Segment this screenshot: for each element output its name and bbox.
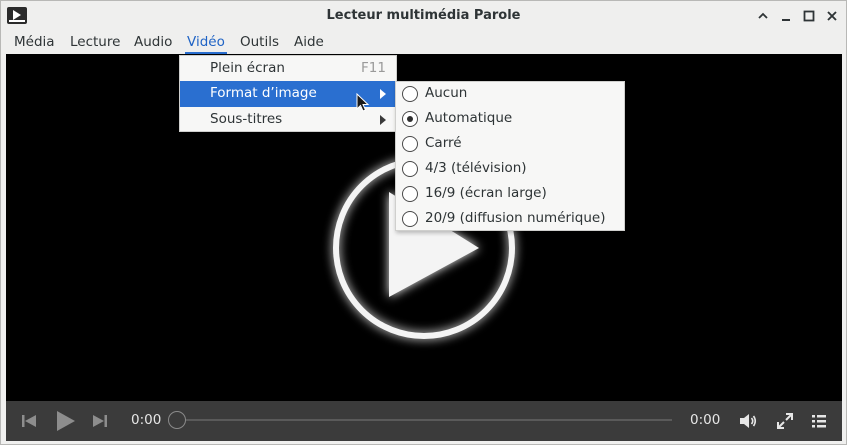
keep-above-icon[interactable] xyxy=(754,7,772,25)
shortcut-label: F11 xyxy=(361,60,386,76)
mouse-cursor-icon xyxy=(356,93,370,112)
radio-label: 20/9 (diffusion numérique) xyxy=(425,210,606,226)
play-icon[interactable] xyxy=(54,410,76,432)
window-title: Lecteur multimédia Parole xyxy=(326,8,521,23)
radio-item-4-3[interactable]: 4/3 (télévision) xyxy=(396,157,624,182)
parole-window: Lecteur multimédia Parole Média Lecture … xyxy=(0,0,847,445)
aspect-ratio-submenu: Aucun Automatique Carré 4/3 (télévision)… xyxy=(395,81,625,231)
radio-item-auto[interactable]: Automatique xyxy=(396,107,624,132)
menu-media[interactable]: Média xyxy=(14,34,55,54)
current-time: 0:00 xyxy=(131,412,162,428)
radio-item-16-9[interactable]: 16/9 (écran large) xyxy=(396,182,624,207)
radio-label: Aucun xyxy=(425,85,468,101)
menu-lecture[interactable]: Lecture xyxy=(70,34,120,54)
playlist-icon[interactable] xyxy=(811,413,827,429)
radio-button[interactable] xyxy=(402,186,418,202)
close-icon[interactable] xyxy=(823,7,841,25)
maximize-icon[interactable] xyxy=(800,7,818,25)
radio-label: 16/9 (écran large) xyxy=(425,185,547,201)
radio-button[interactable] xyxy=(402,161,418,177)
next-icon[interactable] xyxy=(92,413,108,429)
menu-video[interactable]: Vidéo xyxy=(185,34,227,54)
menu-item-fullscreen[interactable]: Plein écran F11 xyxy=(180,56,396,82)
seek-handle[interactable] xyxy=(168,411,186,429)
radio-label: 4/3 (télévision) xyxy=(425,160,527,176)
menu-aide[interactable]: Aide xyxy=(294,34,324,54)
radio-item-20-9[interactable]: 20/9 (diffusion numérique) xyxy=(396,207,624,232)
menu-outils[interactable]: Outils xyxy=(240,34,279,54)
radio-item-square[interactable]: Carré xyxy=(396,132,624,157)
menu-item-label: Plein écran xyxy=(210,60,285,76)
menu-audio[interactable]: Audio xyxy=(134,34,172,54)
radio-button-selected[interactable] xyxy=(402,111,418,127)
radio-label: Carré xyxy=(425,135,462,151)
radio-button[interactable] xyxy=(402,211,418,227)
menu-item-label: Sous-titres xyxy=(210,111,283,127)
seek-bar[interactable] xyxy=(176,419,672,421)
playback-controls: 0:00 0:00 xyxy=(6,401,842,441)
menu-item-label: Format d’image xyxy=(210,85,317,101)
fullscreen-icon[interactable] xyxy=(776,412,794,430)
radio-label: Automatique xyxy=(425,110,513,126)
submenu-arrow-icon xyxy=(380,115,386,125)
minimize-icon[interactable] xyxy=(777,7,795,25)
previous-icon[interactable] xyxy=(21,413,37,429)
title-bar[interactable]: Lecteur multimédia Parole xyxy=(1,1,846,31)
radio-button[interactable] xyxy=(402,136,418,152)
total-time: 0:00 xyxy=(690,412,721,428)
volume-icon[interactable] xyxy=(739,412,757,430)
radio-button[interactable] xyxy=(402,86,418,102)
menu-bar: Média Lecture Audio Vidéo Outils Aide xyxy=(1,31,846,54)
submenu-arrow-icon xyxy=(380,89,386,99)
radio-item-none[interactable]: Aucun xyxy=(396,82,624,107)
